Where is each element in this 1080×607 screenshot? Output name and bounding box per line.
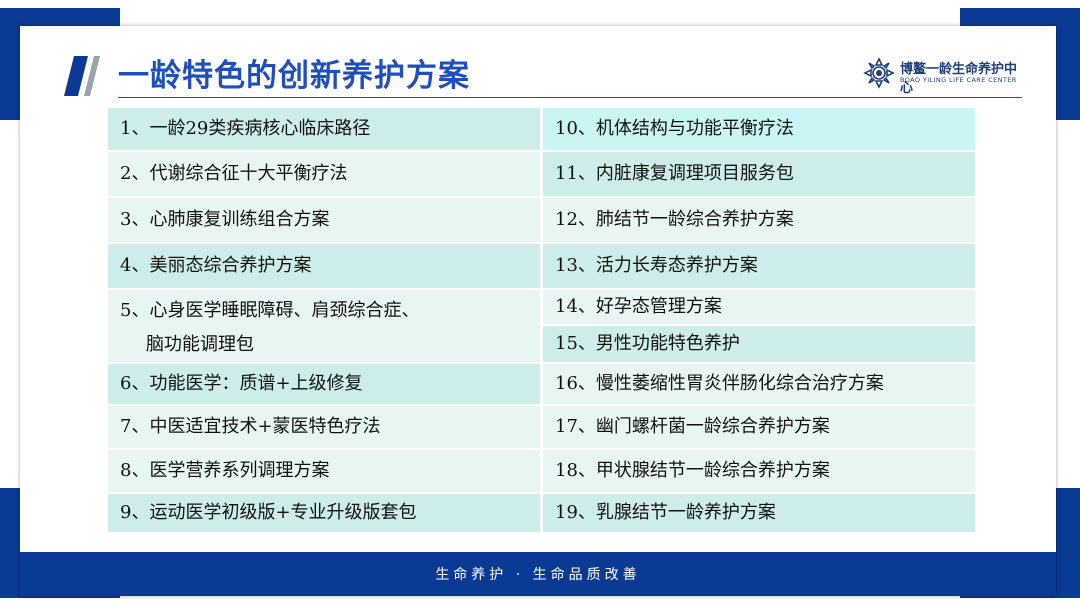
title-slash-decoration	[64, 56, 100, 96]
list-item-line: 5、心身医学睡眠障碍、肩颈综合症、	[120, 300, 420, 321]
list-item: 14、好孕态管理方案	[543, 290, 975, 324]
list-item: 19、乳腺结节一龄养护方案	[543, 494, 975, 532]
list-item: 17、幽门螺杆菌一龄综合养护方案	[543, 406, 975, 448]
list-item: 16、慢性萎缩性胃炎伴肠化综合治疗方案	[543, 364, 975, 404]
list-item: 8、医学营养系列调理方案	[108, 450, 540, 492]
list-item: 11、内脏康复调理项目服务包	[543, 152, 975, 196]
list-item: 7、中医适宜技术+蒙医特色疗法	[108, 406, 540, 448]
list-item: 3、心肺康复训练组合方案	[108, 198, 540, 242]
lotus-icon	[863, 57, 895, 89]
footer-slogan: 生命养护 · 生命品质改善	[20, 552, 1056, 596]
list-item-multiline: 5、心身医学睡眠障碍、肩颈综合症、 脑功能调理包	[108, 290, 540, 362]
list-item: 9、运动医学初级版+专业升级版套包	[108, 494, 540, 532]
list-item: 10、机体结构与功能平衡疗法	[543, 108, 975, 150]
list-item: 13、活力长寿态养护方案	[543, 244, 975, 288]
title-divider	[118, 97, 1022, 98]
list-item-line: 脑功能调理包	[146, 334, 254, 355]
list-item: 15、男性功能特色养护	[543, 326, 975, 362]
page-title: 一龄特色的创新养护方案	[118, 58, 470, 94]
list-item: 6、功能医学：质谱+上级修复	[108, 364, 540, 404]
list-item: 1、一龄29类疾病核心临床路径	[108, 108, 540, 150]
list-item: 18、甲状腺结节一龄综合养护方案	[543, 450, 975, 492]
logo-english-name: BOAO YILING LIFE CARE CENTER	[900, 76, 1017, 84]
brand-logo: 博鳌一龄生命养护中心 BOAO YILING LIFE CARE CENTER	[862, 56, 1022, 96]
list-item: 2、代谢综合征十大平衡疗法	[108, 152, 540, 196]
list-item: 4、美丽态综合养护方案	[108, 244, 540, 288]
list-item: 12、肺结节一龄综合养护方案	[543, 198, 975, 242]
